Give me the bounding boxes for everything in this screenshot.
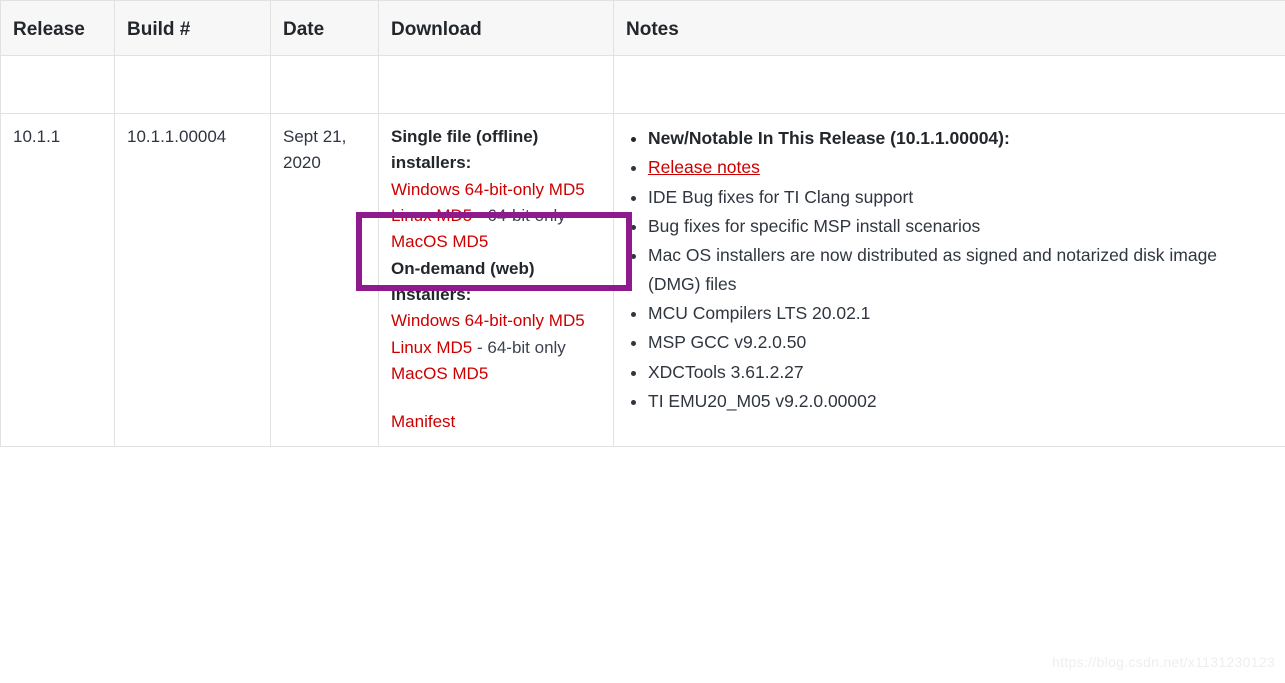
empty-cell-date: [270, 55, 379, 114]
note-item-msp-gcc: MSP GCC v9.2.0.50: [648, 328, 1273, 356]
note-item-ide-bugfixes: IDE Bug fixes for TI Clang support: [648, 183, 1273, 211]
download-line-offline-linux: Linux MD5 - 64-bit only: [391, 203, 601, 229]
empty-cell-download: [378, 55, 614, 114]
column-header-download: Download: [378, 0, 614, 56]
column-header-build: Build #: [114, 0, 271, 56]
download-line-ondemand-windows: Windows 64-bit-only MD5: [391, 308, 601, 334]
offline-installers-heading: Single file (offline) installers:: [391, 127, 539, 173]
cell-release-version: 10.1.1: [0, 113, 115, 447]
suffix-offline-linux: - 64-bit only: [472, 206, 566, 226]
empty-row: [0, 55, 1285, 114]
cell-download: Single file (offline) installers: Window…: [378, 113, 614, 447]
note-item-new-notable: New/Notable In This Release (10.1.1.0000…: [648, 124, 1273, 152]
download-line-ondemand-macos: MacOS MD5: [391, 361, 601, 387]
release-table-page: Release Build # Date Download Notes 10.1…: [0, 0, 1285, 683]
note-item-xdctools: XDCTools 3.61.2.27: [648, 358, 1273, 386]
link-ondemand-windows-md5[interactable]: Windows 64-bit-only MD5: [391, 311, 585, 330]
suffix-ondemand-linux: - 64-bit only: [472, 337, 566, 357]
table-body: 10.1.1 10.1.1.00004 Sept 21, 2020 Single…: [0, 55, 1285, 447]
note-item-msp-bugfixes: Bug fixes for specific MSP install scena…: [648, 212, 1273, 240]
empty-cell-notes: [613, 55, 1285, 114]
note-item-macos-dmg: Mac OS installers are now distributed as…: [648, 241, 1273, 298]
table-row: 10.1.1 10.1.1.00004 Sept 21, 2020 Single…: [0, 113, 1285, 447]
download-spacer: [391, 387, 601, 409]
empty-cell-release: [0, 55, 115, 114]
empty-cell-build: [114, 55, 271, 114]
ondemand-installers-heading: On-demand (web) installers:: [391, 258, 535, 305]
link-offline-linux-md5[interactable]: Linux MD5: [391, 206, 472, 225]
download-line-manifest: Manifest: [391, 409, 601, 435]
note-item-release-notes: Release notes: [648, 153, 1273, 181]
column-header-release: Release: [0, 0, 115, 56]
notes-list: New/Notable In This Release (10.1.1.0000…: [648, 124, 1273, 415]
watermark-text: https://blog.csdn.net/x1131230123: [1052, 654, 1275, 670]
link-manifest[interactable]: Manifest: [391, 412, 455, 431]
cell-build-number: 10.1.1.00004: [114, 113, 271, 447]
download-line-ondemand-linux: Linux MD5 - 64-bit only: [391, 335, 601, 361]
cell-notes: New/Notable In This Release (10.1.1.0000…: [613, 113, 1285, 447]
header-row: Release Build # Date Download Notes: [0, 0, 1285, 56]
download-line-offline-macos: MacOS MD5: [391, 229, 601, 255]
link-offline-macos-md5[interactable]: MacOS MD5: [391, 232, 488, 251]
link-ondemand-linux-md5[interactable]: Linux MD5: [391, 338, 472, 357]
ccs-release-table: Release Build # Date Download Notes 10.1…: [0, 0, 1285, 447]
cell-release-date: Sept 21, 2020: [270, 113, 379, 447]
table-header: Release Build # Date Download Notes: [0, 0, 1285, 56]
column-header-date: Date: [270, 0, 379, 56]
link-ondemand-macos-md5[interactable]: MacOS MD5: [391, 364, 488, 383]
column-header-notes: Notes: [613, 0, 1285, 56]
note-item-ti-emu20: TI EMU20_M05 v9.2.0.00002: [648, 387, 1273, 415]
link-release-notes[interactable]: Release notes: [648, 157, 760, 177]
link-offline-windows-md5[interactable]: Windows 64-bit-only MD5: [391, 180, 585, 199]
download-line-offline-windows: Windows 64-bit-only MD5: [391, 177, 601, 203]
note-item-mcu-compilers: MCU Compilers LTS 20.02.1: [648, 299, 1273, 327]
download-link-list: Single file (offline) installers: Window…: [391, 124, 601, 436]
